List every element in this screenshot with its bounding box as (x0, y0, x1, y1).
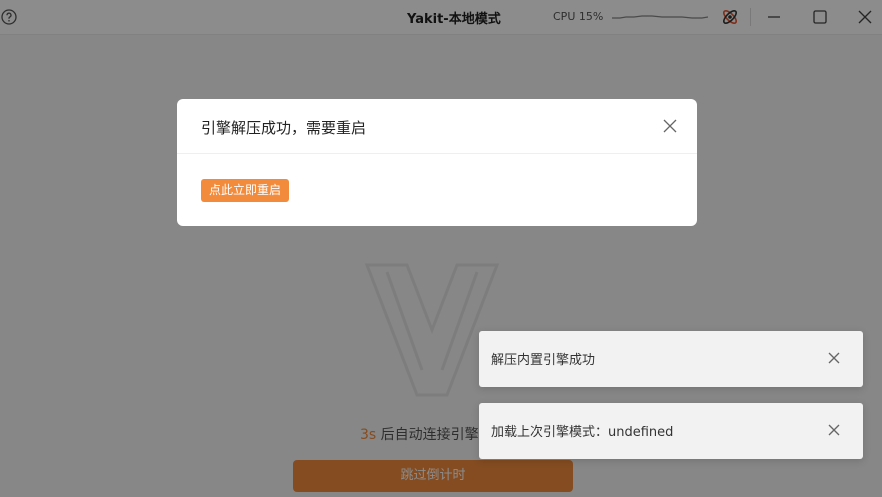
close-icon[interactable] (662, 118, 678, 134)
restart-now-button[interactable]: 点此立即重启 (201, 179, 290, 202)
notification: 加载上次引擎模式：undefined (479, 403, 863, 459)
notification-text: 解压内置引擎成功 (491, 353, 596, 368)
close-icon[interactable] (827, 423, 841, 437)
close-icon[interactable] (827, 351, 841, 365)
modal-title: 引擎解压成功，需要重启 (201, 119, 367, 137)
restart-engine-modal: 引擎解压成功，需要重启 点此立即重启 (177, 99, 697, 226)
notification-text: 加载上次引擎模式：undefined (491, 425, 674, 440)
modal-header: 引擎解压成功，需要重启 (177, 99, 697, 154)
notification: 解压内置引擎成功 (479, 331, 863, 387)
